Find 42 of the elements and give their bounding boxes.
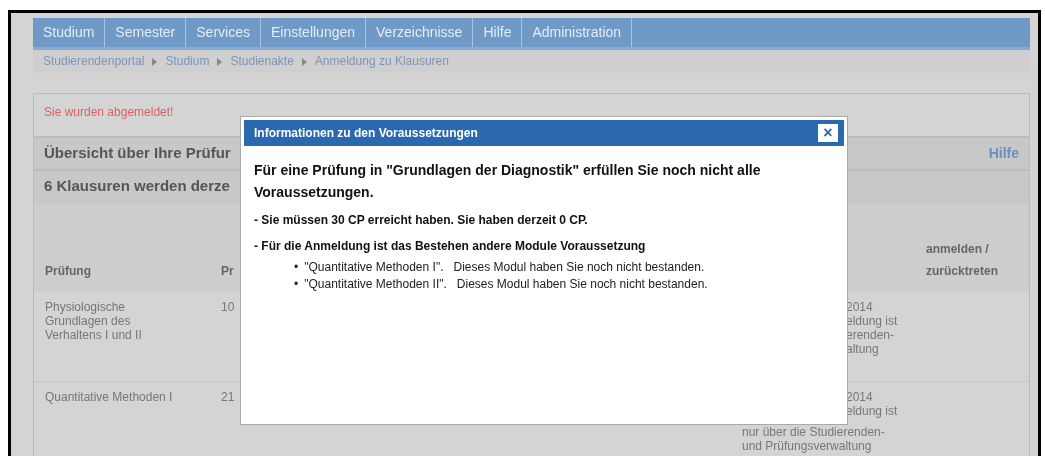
breadcrumb-link[interactable]: Studium <box>165 50 210 73</box>
bullet-icon: • <box>294 276 299 293</box>
close-button[interactable]: × <box>818 124 838 142</box>
nav-menu-item[interactable]: Hilfe <box>473 18 523 47</box>
dialog-title: Informationen zu den Voraussetzungen <box>254 125 478 142</box>
requirement-item: "Quantitative Methoden I". Dieses Modul haben Sie noch nicht bestanden. <box>304 259 705 276</box>
nav-menu-item[interactable]: Einstellungen <box>260 18 367 47</box>
table-cell: 2014 <box>846 390 873 404</box>
table-cell: eldung ist <box>846 314 898 328</box>
table-cell: 10 <box>221 300 235 314</box>
help-link[interactable]: Hilfe <box>988 138 1019 169</box>
table-cell: 2014 <box>846 300 873 314</box>
column-header: anmelden / zurücktreten <box>926 241 1000 280</box>
table-cell: Quantitative Methoden I <box>45 390 173 404</box>
column-header: Pr <box>221 263 234 280</box>
column-header: Prüfung <box>45 263 91 280</box>
status-message: Sie wurden abgemeldet! <box>44 105 174 119</box>
nav-menu-item[interactable]: Semester <box>105 18 187 47</box>
table-cell: und Prüfungsverwaltung <box>742 439 872 453</box>
nav-menu-item[interactable]: Administration <box>522 18 633 47</box>
table-cell: nur über die Studierenden- <box>742 425 885 439</box>
dialog-heading: Für eine Prüfung in "Grundlagen der Diagnostik" erfüllen Sie noch nicht alle Voraussetzungen. <box>254 161 762 202</box>
requirement-item: "Quantitative Methoden II". Dieses Modul haben Sie noch nicht bestanden. <box>304 276 708 293</box>
breadcrumb-separator-icon <box>217 57 223 66</box>
table-cell: altung <box>846 342 879 356</box>
table-cell: eldung ist <box>846 404 898 418</box>
nav-menu-item[interactable]: Verzeichnisse <box>366 18 474 47</box>
table-cell-text: Physiologische Grundlagen des Verhaltens I und II <box>45 300 143 342</box>
section-title: Übersicht über Ihre Prüfur <box>44 143 231 163</box>
requirement-text: - Für die Anmeldung ist das Bestehen andere Module Voraussetzung <box>254 238 647 255</box>
breadcrumb-separator-icon <box>301 57 307 66</box>
breadcrumb-link[interactable]: Studienakte <box>230 50 294 73</box>
nav-menu-item[interactable]: Services <box>186 18 261 47</box>
table-cell: erenden- <box>846 328 895 342</box>
nav-menu-item[interactable]: Studium <box>33 18 106 47</box>
breadcrumb-separator-icon <box>152 57 158 66</box>
breadcrumb-link[interactable]: Anmeldung zu Klausuren <box>314 50 449 73</box>
table-cell: 21 <box>221 390 235 404</box>
bullet-icon: • <box>294 259 299 276</box>
breadcrumb-link[interactable]: Studierendenportal <box>43 50 145 73</box>
requirement-text: - Sie müssen 30 CP erreicht haben. Sie haben derzeit 0 CP. <box>254 212 589 229</box>
section-subtitle: 6 Klausuren werden derze <box>44 177 230 194</box>
